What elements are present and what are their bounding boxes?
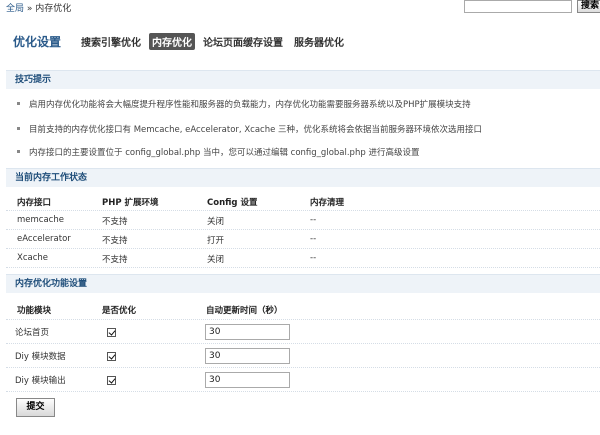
bullet-icon (17, 102, 20, 105)
column-header: Config 设置 (207, 198, 258, 208)
page-title: 优化设置 (13, 35, 62, 49)
table-row: memcache 不支持 关闭 -- (6, 211, 600, 230)
tip-text: 目前支持的内存优化接口有 Memcache, eAccelerator, Xca… (29, 125, 483, 135)
breadcrumb-home-link[interactable]: 全局 (6, 4, 24, 14)
tab-nav: 搜索引擎优化 内存优化 论坛页面缓存设置 服务器优化 (78, 33, 352, 50)
submit-button[interactable]: 提交 (16, 398, 55, 417)
column-header: PHP 扩展环境 (102, 198, 159, 208)
php-extension-status: 不支持 (102, 236, 128, 246)
column-header: 是否优化 (102, 306, 137, 316)
memory-clean-status: -- (310, 234, 317, 244)
module-name: Diy 模块输出 (15, 376, 66, 386)
optimize-checkbox[interactable] (107, 352, 116, 361)
php-extension-status: 不支持 (102, 255, 128, 265)
module-name: Diy 模块数据 (15, 352, 66, 362)
interface-name: Xcache (17, 253, 48, 263)
tip-text: 内存接口的主要设置位于 config_global.php 当中，您可以通过编辑… (29, 148, 420, 158)
update-interval-input[interactable]: 30 (205, 372, 290, 388)
tip-text: 启用内存优化功能将会大幅度提升程序性能和服务器的负载能力，内存优化功能需要服务器… (29, 100, 471, 110)
tip-item: 目前支持的内存优化接口有 Memcache, eAccelerator, Xca… (17, 123, 482, 135)
php-extension-status: 不支持 (102, 217, 128, 227)
tab-seo[interactable]: 搜索引擎优化 (78, 33, 144, 50)
tab-memory[interactable]: 内存优化 (149, 33, 195, 50)
column-header: 内存清理 (310, 198, 345, 208)
config-status: 关闭 (207, 217, 225, 227)
table-header-row: 内存接口 PHP 扩展环境 Config 设置 内存清理 (6, 192, 600, 211)
page-header: 优化设置 搜索引擎优化 内存优化 论坛页面缓存设置 服务器优化 (0, 30, 600, 52)
tips-section-title: 技巧提示 (6, 70, 600, 89)
table-row: Diy 模块输出 30 (6, 368, 600, 392)
breadcrumb-separator: » (26, 4, 33, 14)
column-header: 自动更新时间（秒） (206, 306, 283, 316)
column-header: 内存接口 (17, 198, 52, 208)
bullet-icon (17, 127, 20, 130)
module-name: 论坛首页 (15, 328, 50, 338)
status-section-title: 当前内存工作状态 (6, 168, 600, 187)
top-bar: 全局 » 内存优化 搜索 (0, 0, 600, 14)
settings-section-title: 内存优化功能设置 (6, 274, 600, 293)
config-status: 关闭 (207, 255, 225, 265)
tip-item: 内存接口的主要设置位于 config_global.php 当中，您可以通过编辑… (17, 146, 419, 158)
table-row: 论坛首页 30 (6, 320, 600, 344)
breadcrumb-current: 内存优化 (35, 4, 72, 14)
table-row: Xcache 不支持 关闭 -- (6, 249, 600, 268)
search-button[interactable]: 搜索 (577, 0, 600, 13)
bullet-icon (17, 150, 20, 153)
tab-page-cache[interactable]: 论坛页面缓存设置 (200, 33, 286, 50)
tab-server[interactable]: 服务器优化 (291, 33, 347, 50)
config-status: 打开 (207, 236, 225, 246)
interface-name: memcache (17, 215, 64, 225)
table-header-row: 功能模块 是否优化 自动更新时间（秒） (6, 300, 600, 320)
optimize-checkbox[interactable] (107, 328, 116, 337)
column-header: 功能模块 (17, 306, 52, 316)
table-row: Diy 模块数据 30 (6, 344, 600, 368)
interface-name: eAccelerator (17, 234, 71, 244)
tip-item: 启用内存优化功能将会大幅度提升程序性能和服务器的负载能力，内存优化功能需要服务器… (17, 98, 471, 110)
breadcrumb: 全局 » 内存优化 (6, 1, 71, 14)
search-input[interactable] (464, 0, 572, 13)
memory-clean-status: -- (310, 253, 317, 263)
status-table: 内存接口 PHP 扩展环境 Config 设置 内存清理 memcache 不支… (6, 192, 600, 268)
update-interval-input[interactable]: 30 (205, 324, 290, 340)
memory-clean-status: -- (310, 215, 317, 225)
update-interval-input[interactable]: 30 (205, 348, 290, 364)
table-row: eAccelerator 不支持 打开 -- (6, 230, 600, 249)
settings-table: 功能模块 是否优化 自动更新时间（秒） 论坛首页 30 Diy 模块数据 30 … (6, 300, 600, 392)
optimize-checkbox[interactable] (107, 376, 116, 385)
